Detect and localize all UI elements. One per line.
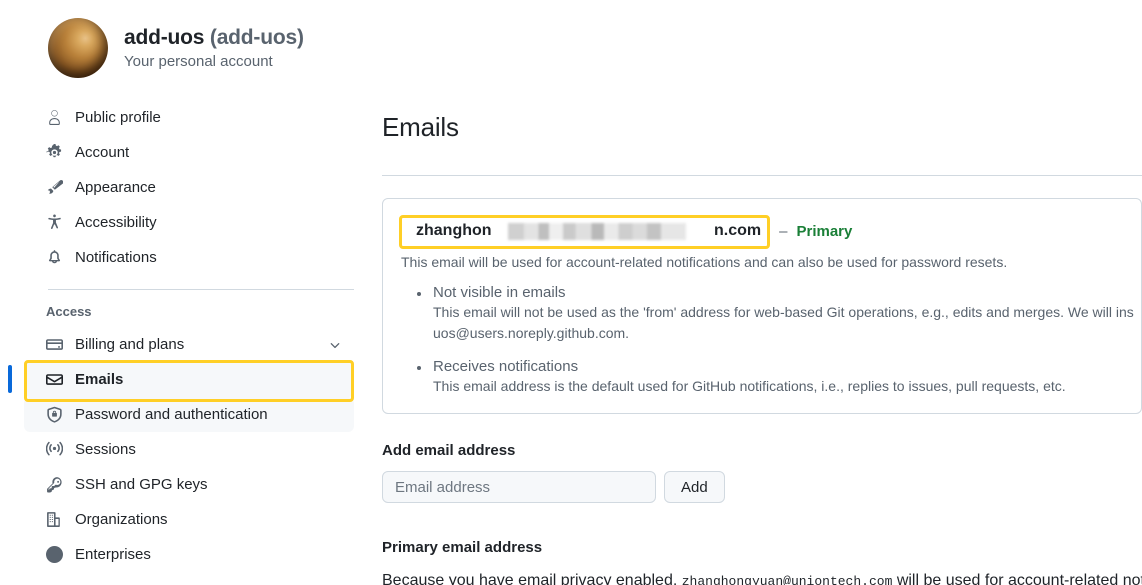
bullet-body: This email address is the default used f… [433,377,1066,394]
email-row: zhanghonxxxxxxxxxxxxxxxxxxxxxxxxxn.com –… [383,214,1141,249]
settings-page: add-uos (add-uos) Your personal account … [0,0,1142,585]
gear-icon [46,144,63,161]
accessibility-icon [46,214,63,231]
email-card: zhanghonxxxxxxxxxxxxxxxxxxxxxxxxxn.com –… [382,197,1142,414]
primary-text-part-1: Because you have email privacy enabled, [382,571,682,585]
organization-icon [46,511,63,528]
sidebar-item-account[interactable]: Account [24,135,354,170]
settings-sidebar: add-uos (add-uos) Your personal account … [0,0,378,585]
email-properties-list: Not visible in emails This email will no… [383,284,1141,397]
primary-email-title: Primary email address [382,539,543,557]
title-divider [382,174,1142,176]
paintbrush-icon [46,179,63,196]
sidebar-item-billing-and-plans[interactable]: Billing and plans [24,327,354,362]
annotation-highlight-email-address[interactable]: zhanghonxxxxxxxxxxxxxxxxxxxxxxxxxn.com [399,214,771,249]
sidebar-item-label: Appearance [75,179,156,196]
add-email-row: Add [382,471,1142,504]
sidebar-item-appearance[interactable]: Appearance [24,170,354,205]
email-address-prefix: zhanghon [416,222,492,240]
email-address-input[interactable] [382,471,656,504]
email-note: This email will be used for account-rela… [401,253,1008,270]
bullet-body: This email will not be used as the 'from… [433,303,1134,341]
add-email-button[interactable]: Add [664,471,725,504]
main-content: Emails zhanghonxxxxxxxxxxxxxxxxxxxxxxxxx… [378,0,1142,585]
sidebar-item-password-and-authentication[interactable]: Password and authentication [24,397,354,432]
email-address-suffix: n.com [714,222,762,240]
shield-lock-icon [46,406,63,423]
sidebar-item-organizations[interactable]: Organizations [24,502,354,537]
sidebar-item-notifications[interactable]: Notifications [24,240,354,275]
sidebar-primary-nav: Public profile Account Appearance Access… [0,100,378,275]
sidebar-item-emails[interactable]: Emails [8,362,354,397]
sidebar-item-accessibility[interactable]: Accessibility [24,205,354,240]
account-handle: (add-uos) [209,26,304,50]
list-item: Not visible in emails This email will no… [417,284,1141,344]
status-badge-primary: Primary [796,223,853,241]
bullet-heading: Not visible in emails [417,284,1141,301]
add-email-title: Add email address [382,441,516,459]
sidebar-item-label: Password and authentication [75,406,268,423]
email-address: zhanghonxxxxxxxxxxxxxxxxxxxxxxxxxn.com [416,222,762,241]
redaction-overlay [508,223,686,241]
sidebar-item-ssh-and-gpg-keys[interactable]: SSH and GPG keys [24,467,354,502]
sidebar-item-enterprises[interactable]: Enterprises [24,537,354,572]
envelope-icon [46,371,63,388]
sidebar-item-label: Billing and plans [75,336,185,353]
broadcast-icon [46,441,63,458]
sidebar-item-label: Emails [75,371,124,388]
bullet-heading: Receives notifications [417,358,1141,375]
sidebar-item-label: Sessions [75,441,136,458]
email-separator: – [779,223,788,241]
sidebar-access-nav: Billing and plans Emails Password and au… [0,327,378,572]
account-subtitle: Your personal account [124,52,273,70]
sidebar-item-label: Public profile [75,109,161,126]
sidebar-item-label: Accessibility [75,214,157,231]
user-avatar-planet-icon[interactable] [48,18,108,78]
sidebar-section-access-label: Access [46,304,92,319]
key-icon [46,476,63,493]
account-name: add-uos (add-uos) [124,25,304,51]
sidebar-item-label: Notifications [75,249,157,266]
sidebar-item-label: Organizations [75,511,168,528]
primary-email-address-1: zhanghongyuan@uniontech.com [681,573,893,585]
credit-card-icon [46,336,63,353]
list-item: Receives notifications This email addres… [417,358,1141,397]
sidebar-item-label: SSH and GPG keys [75,476,208,493]
globe-icon [46,546,63,563]
person-icon [46,109,63,126]
sidebar-item-sessions[interactable]: Sessions [24,432,354,467]
sidebar-item-public-profile[interactable]: Public profile [24,100,354,135]
chevron-down-icon[interactable] [328,338,342,352]
page-title: Emails [382,112,459,143]
account-name-text: add-uos [124,26,205,50]
account-header: add-uos (add-uos) Your personal account [0,18,378,78]
sidebar-item-label: Enterprises [75,546,151,563]
sidebar-item-label: Account [75,144,130,161]
primary-email-description: Because you have email privacy enabled, … [382,569,1142,585]
bell-icon [46,249,63,266]
